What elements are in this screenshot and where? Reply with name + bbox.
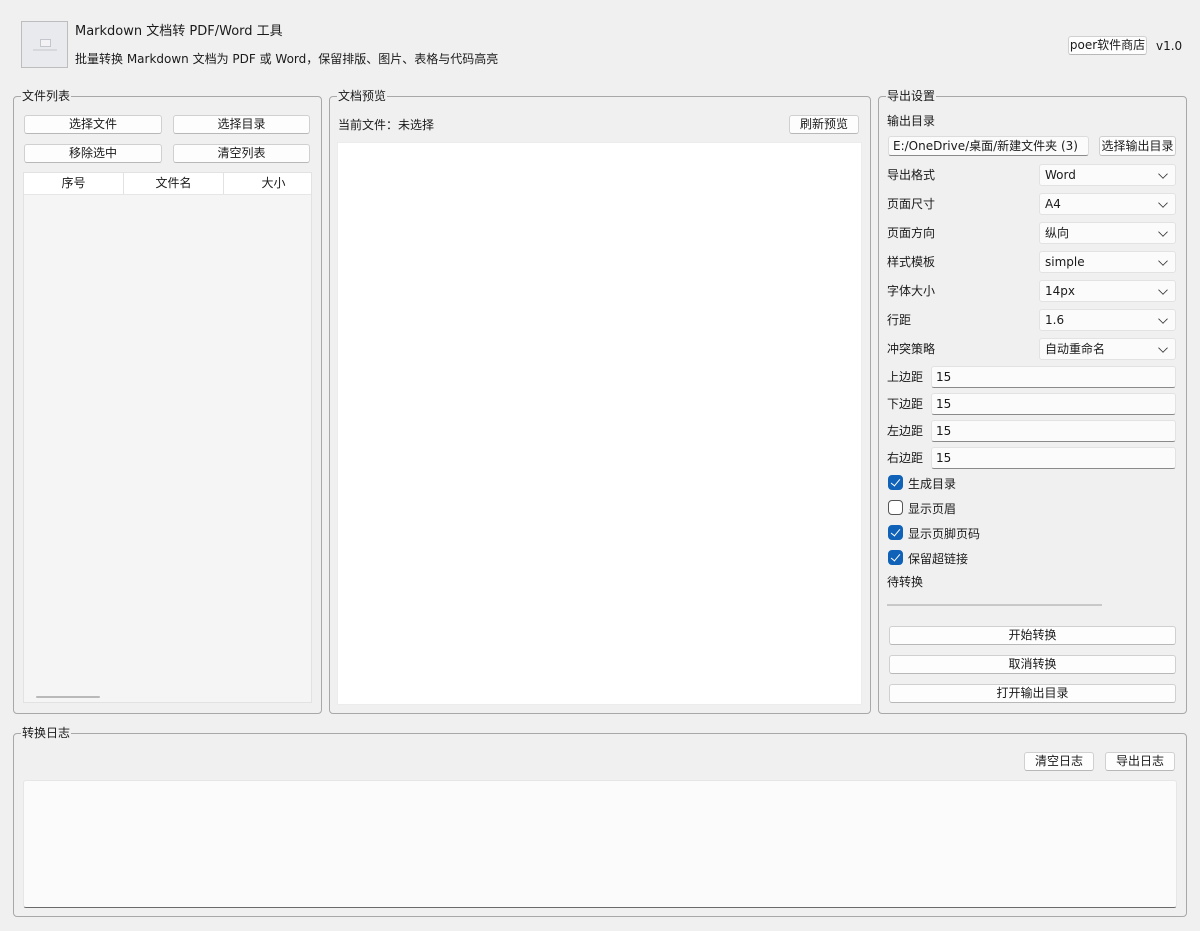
chevron-down-icon: [1158, 285, 1168, 295]
app-subtitle: 批量转换 Markdown 文档为 PDF 或 Word，保留排版、图片、表格与…: [75, 52, 499, 66]
style-template-select[interactable]: simple: [1039, 251, 1176, 273]
generate-toc-label[interactable]: 生成目录: [908, 476, 956, 492]
refresh-preview-button[interactable]: 刷新预览: [789, 115, 859, 134]
keep-hyperlinks-label[interactable]: 保留超链接: [908, 551, 968, 567]
select-files-button[interactable]: 选择文件: [24, 115, 162, 134]
preview-area[interactable]: [337, 142, 862, 705]
margin-top-label: 上边距: [887, 370, 924, 384]
page-size-label: 页面尺寸: [887, 197, 936, 211]
select-dir-button[interactable]: 选择目录: [173, 115, 310, 134]
show-footer-page-number-label[interactable]: 显示页脚页码: [908, 526, 980, 542]
chevron-down-icon: [1158, 256, 1168, 266]
file-list-title: 文件列表: [21, 88, 72, 104]
column-header-size[interactable]: 大小: [224, 173, 323, 194]
show-header-checkbox[interactable]: [888, 500, 903, 515]
chevron-down-icon: [1158, 198, 1168, 208]
font-size-select[interactable]: 14px: [1039, 280, 1176, 302]
horizontal-scrollbar[interactable]: [36, 696, 100, 698]
export-format-label: 导出格式: [887, 168, 936, 182]
style-template-label: 样式模板: [887, 255, 936, 269]
version-label: v1.0: [1156, 39, 1183, 53]
column-header-filename[interactable]: 文件名: [124, 173, 224, 194]
export-log-button[interactable]: 导出日志: [1105, 752, 1175, 771]
choose-output-dir-button[interactable]: 选择输出目录: [1099, 136, 1176, 156]
margin-right-label: 右边距: [887, 451, 924, 465]
export-format-select[interactable]: Word: [1039, 164, 1176, 186]
log-title: 转换日志: [21, 725, 72, 741]
page-orientation-label: 页面方向: [887, 226, 936, 240]
clear-list-button[interactable]: 清空列表: [173, 144, 310, 163]
line-height-label: 行距: [887, 313, 912, 327]
style-template-value: simple: [1045, 255, 1085, 269]
generate-toc-checkbox[interactable]: [888, 475, 903, 490]
open-output-dir-button[interactable]: 打开输出目录: [889, 684, 1176, 703]
export-settings-title: 导出设置: [886, 88, 937, 104]
logo-doc-icon: [40, 39, 51, 47]
file-table[interactable]: 序号 文件名 大小: [23, 172, 312, 703]
table-header: 序号 文件名 大小: [24, 173, 311, 195]
chevron-down-icon: [1158, 169, 1168, 179]
line-height-select[interactable]: 1.6: [1039, 309, 1176, 331]
page-size-value: A4: [1045, 197, 1061, 211]
start-conversion-button[interactable]: 开始转换: [889, 626, 1176, 645]
chevron-down-icon: [1158, 314, 1168, 324]
chevron-down-icon: [1158, 227, 1168, 237]
margin-left-label: 左边距: [887, 424, 924, 438]
conflict-policy-label: 冲突策略: [887, 342, 936, 356]
conflict-policy-value: 自动重命名: [1045, 342, 1106, 356]
show-header-label[interactable]: 显示页眉: [908, 501, 956, 517]
export-format-value: Word: [1045, 168, 1076, 182]
margin-top-input[interactable]: 15: [931, 366, 1176, 388]
output-dir-label: 输出目录: [887, 114, 936, 128]
log-textarea[interactable]: [23, 780, 1177, 908]
progress-bar: [887, 604, 1102, 606]
current-file-label: 当前文件：未选择: [338, 118, 435, 132]
margin-bottom-input[interactable]: 15: [931, 393, 1176, 415]
margin-bottom-label: 下边距: [887, 397, 924, 411]
keep-hyperlinks-checkbox[interactable]: [888, 550, 903, 565]
cancel-conversion-button[interactable]: 取消转换: [889, 655, 1176, 674]
line-height-value: 1.6: [1045, 313, 1065, 327]
store-button[interactable]: poer软件商店: [1068, 36, 1147, 55]
margin-right-input[interactable]: 15: [931, 447, 1176, 469]
font-size-value: 14px: [1045, 284, 1075, 298]
margin-left-input[interactable]: 15: [931, 420, 1176, 442]
chevron-down-icon: [1158, 343, 1168, 353]
page-size-select[interactable]: A4: [1039, 193, 1176, 215]
conversion-status: 待转换: [887, 575, 924, 589]
page-orientation-value: 纵向: [1045, 226, 1070, 240]
show-footer-page-number-checkbox[interactable]: [888, 525, 903, 540]
clear-log-button[interactable]: 清空日志: [1024, 752, 1094, 771]
preview-title: 文档预览: [337, 88, 388, 104]
app-logo: [21, 21, 68, 68]
font-size-label: 字体大小: [887, 284, 936, 298]
column-header-index[interactable]: 序号: [24, 173, 124, 194]
page-orientation-select[interactable]: 纵向: [1039, 222, 1176, 244]
app-title: Markdown 文档转 PDF/Word 工具: [75, 24, 283, 39]
output-dir-field[interactable]: E:/OneDrive/桌面/新建文件夹 (3): [888, 136, 1089, 156]
conflict-policy-select[interactable]: 自动重命名: [1039, 338, 1176, 360]
remove-selected-button[interactable]: 移除选中: [24, 144, 162, 163]
